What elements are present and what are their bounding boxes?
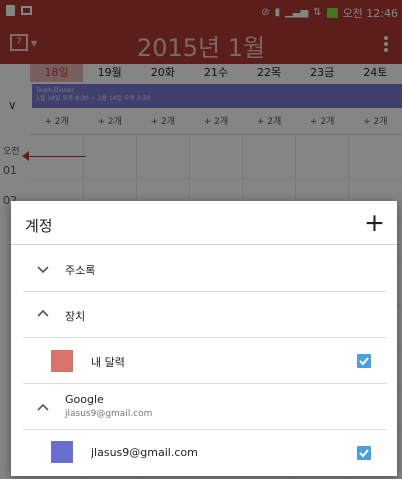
calendar-visible-checkbox[interactable] (357, 446, 371, 460)
dialog-divider (11, 244, 397, 245)
account-group-google[interactable]: Google jlasus9@gmail.com (23, 384, 387, 430)
chevron-up-icon (37, 308, 49, 320)
account-group-label: 장치 (65, 310, 86, 323)
calendar-color-swatch[interactable] (51, 441, 73, 463)
add-account-button[interactable]: + (364, 209, 385, 237)
account-group-device[interactable]: 장치 (23, 292, 387, 338)
accounts-dialog: 계정 + 주소록 장치 내 달력 Google jlasus9@gmail.co… (11, 201, 397, 476)
account-group-contacts[interactable]: 주소록 (23, 246, 387, 292)
calendar-item-my-calendar[interactable]: 내 달력 (23, 338, 387, 384)
account-group-label: Google (65, 393, 104, 406)
account-group-label: 주소록 (65, 264, 96, 277)
chevron-up-icon (37, 402, 49, 414)
calendar-visible-checkbox[interactable] (357, 354, 371, 368)
account-email: jlasus9@gmail.com (65, 409, 153, 419)
screen: ⊘ ▮ ▁▃▅ ⇅ 오전 12:46 7 ▼ 2015년 1월 18일 19월 … (0, 0, 402, 479)
calendar-color-swatch[interactable] (51, 350, 73, 372)
calendar-item-google[interactable]: jlasus9@gmail.com (23, 430, 387, 476)
calendar-name: jlasus9@gmail.com (91, 446, 198, 459)
calendar-name: 내 달력 (91, 356, 125, 369)
chevron-down-icon (37, 263, 49, 275)
dialog-title: 계정 (25, 217, 53, 235)
